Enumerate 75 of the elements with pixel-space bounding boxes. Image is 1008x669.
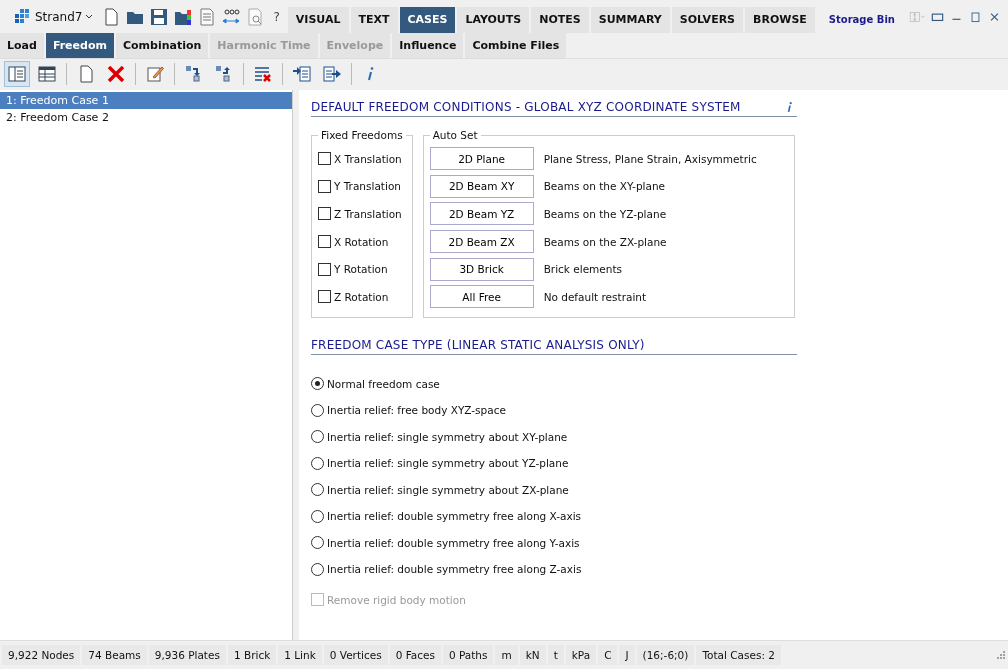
main-tab[interactable]: NOTES (531, 6, 589, 33)
auto-set-button[interactable]: 2D Plane (429, 147, 534, 171)
case-type-radio[interactable]: Inertia relief: double symmetry free along Y-axis (311, 529, 1008, 557)
status-cell: 0 Vertices (323, 645, 388, 665)
status-cell: C (598, 645, 618, 665)
group-title: Auto Set (431, 129, 479, 141)
sub-tab[interactable]: Combine Files (465, 33, 567, 58)
freedom-checkbox[interactable]: X Translation (318, 145, 406, 173)
auto-set-description: Beams on the ZX-plane (543, 235, 667, 248)
section-title: FREEDOM CASE TYPE (LINEAR STATIC ANALYSIS ONLY) (311, 337, 645, 352)
status-cell: 0 Paths (442, 645, 494, 665)
document-arrow-icon (322, 64, 342, 84)
group-title: Fixed Freedoms (320, 129, 404, 141)
auto-set-button[interactable]: 3D Brick (429, 257, 534, 281)
sub-tab[interactable]: Combination (115, 33, 209, 58)
cross-icon (106, 64, 126, 84)
auto-set-button[interactable]: All Free (429, 285, 534, 309)
freedom-checkbox[interactable]: Z Translation (318, 200, 406, 228)
main-tab[interactable]: SOLVERS (671, 6, 744, 33)
help-button[interactable]: ? (269, 9, 284, 24)
auto-set-description: Brick elements (543, 263, 623, 276)
case-list-item[interactable]: 2: Freedom Case 2 (0, 109, 292, 126)
auto-set-button[interactable]: 2D Beam YZ (429, 202, 534, 226)
status-cell: m (495, 645, 518, 665)
resize-grip-icon[interactable] (996, 650, 1006, 660)
freedom-checkbox[interactable]: Z Rotation (318, 282, 406, 311)
table-icon (37, 64, 57, 84)
main-tab[interactable]: LAYOUTS (457, 6, 530, 33)
sub-tab[interactable]: Influence (392, 33, 464, 58)
freedom-checkbox[interactable]: Y Translation (318, 172, 406, 201)
pencil-icon (145, 64, 165, 84)
number-swap-icon[interactable] (221, 6, 242, 27)
auto-set-description: No default restraint (543, 290, 647, 303)
auto-set-description: Plane Stress, Plane Strain, Axisymmetric (543, 152, 757, 165)
main-tab[interactable]: CASES (399, 6, 456, 33)
case-type-radio[interactable]: Inertia relief: double symmetry free along Z-axis (311, 556, 1008, 583)
status-cell: Total Cases: 2 (696, 645, 781, 665)
status-cell: 0 Faces (389, 645, 441, 665)
section-title: DEFAULT FREEDOM CONDITIONS - GLOBAL XYZ COORDINATE SYSTEM (311, 100, 741, 114)
sub-tab[interactable]: Load (0, 33, 44, 58)
freedom-checkbox[interactable]: X Rotation (318, 227, 406, 256)
status-cell: t (547, 645, 564, 665)
status-cell: 9,936 Plates (148, 645, 226, 665)
list-view-icon (7, 64, 27, 84)
auto-set-description: Beams on the YZ-plane (543, 208, 667, 220)
case-type-radio[interactable]: Inertia relief: free body XYZ-space (311, 397, 1008, 424)
auto-set-description: Beams on the XY-plane (543, 180, 666, 193)
sub-tab[interactable]: Freedom (45, 33, 114, 58)
main-tab[interactable]: TEXT (350, 6, 398, 33)
auto-set-button[interactable]: 2D Beam ZX (429, 230, 534, 254)
main-tab[interactable]: VISUAL (287, 6, 349, 33)
case-list-item[interactable]: 1: Freedom Case 1 (0, 92, 292, 109)
app-menu[interactable]: Strand7 (8, 6, 98, 27)
auto-set-button[interactable]: 2D Beam XY (429, 174, 534, 198)
caret-icon (85, 13, 94, 20)
case-type-radio[interactable]: Normal freedom case (311, 370, 1008, 398)
arrow-document-icon (292, 64, 312, 84)
case-type-radio[interactable]: Inertia relief: single symmetry about ZX-plane (311, 476, 1008, 504)
main-tab[interactable]: BROWSE (745, 6, 815, 33)
status-cell: 9,922 Nodes (2, 645, 81, 665)
storage-bin-link[interactable]: Storage Bin (828, 14, 895, 25)
case-type-radio[interactable]: Inertia relief: single symmetry about YZ-plane (311, 450, 1008, 477)
case-type-radio[interactable]: Inertia relief: single symmetry about XY-plane (311, 423, 1008, 451)
list-cross-icon (253, 64, 273, 84)
status-cell: 1 Link (278, 645, 322, 665)
status-cell: (16;-6;0) (636, 645, 695, 665)
status-cell: J (619, 645, 635, 665)
save-icon[interactable] (149, 6, 170, 27)
case-type-radio[interactable]: Inertia relief: double symmetry free along X-axis (311, 503, 1008, 530)
status-cell: kN (519, 645, 546, 665)
status-cell: 1 Brick (227, 645, 277, 665)
status-cell: 74 Beams (82, 645, 147, 665)
freedom-checkbox[interactable]: Y Rotation (318, 255, 406, 283)
status-cell: kPa (565, 645, 597, 665)
main-tab[interactable]: SUMMARY (590, 6, 670, 33)
